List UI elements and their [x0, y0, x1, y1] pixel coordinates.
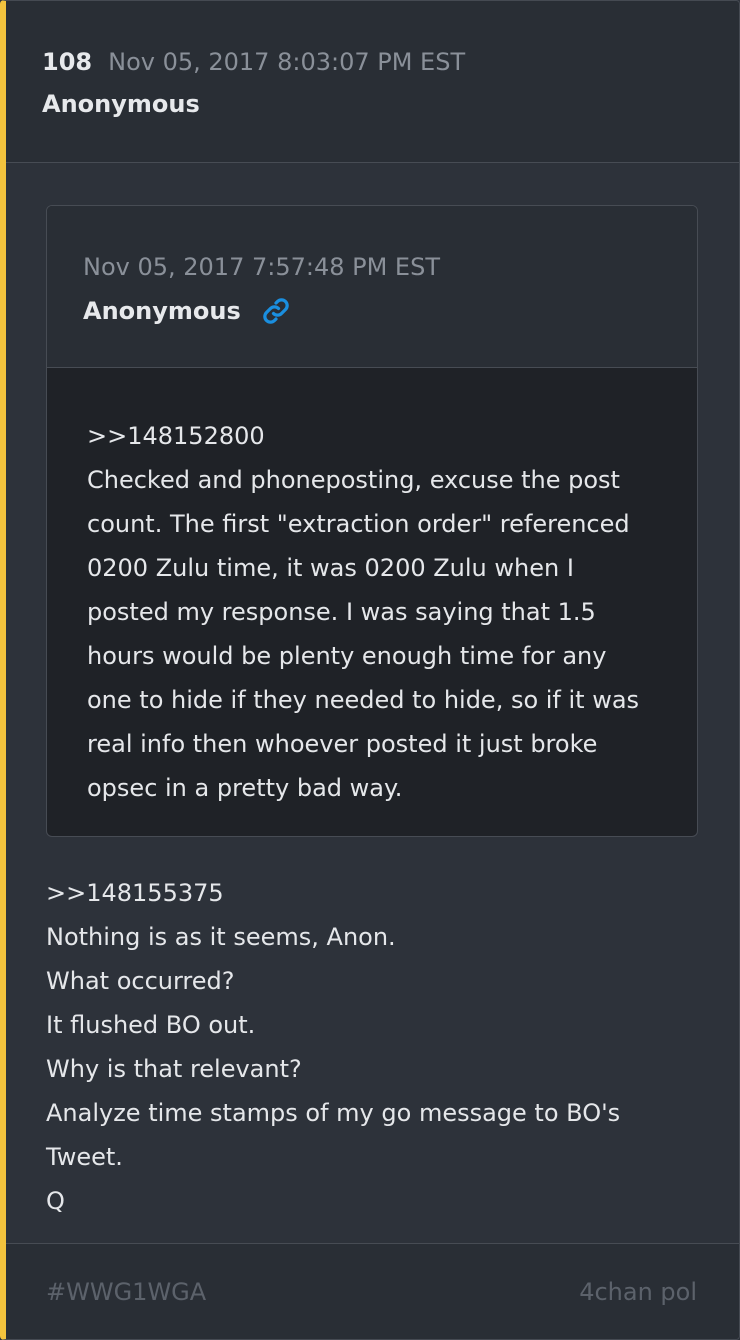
quoted-post-header: Nov 05, 2017 7:57:48 PM EST Anonymous — [47, 206, 697, 368]
quoted-post: Nov 05, 2017 7:57:48 PM EST Anonymous >>… — [46, 205, 698, 837]
post-line: Why is that relevant? — [46, 1055, 302, 1083]
quoted-post-author-row: Anonymous — [83, 294, 697, 328]
post-number: 108 — [42, 48, 93, 76]
hashtag[interactable]: #WWG1WGA — [46, 1278, 206, 1306]
quoted-post-timestamp: Nov 05, 2017 7:57:48 PM EST — [83, 253, 440, 281]
post-line: It flushed BO out. — [46, 1011, 256, 1039]
post-footer: #WWG1WGA 4chan pol — [6, 1243, 739, 1339]
post-line: What occurred? — [46, 967, 235, 995]
post-message: >>148155375 Nothing is as it seems, Anon… — [46, 837, 697, 1223]
post-signature: Q — [46, 1187, 65, 1215]
quoted-post-reply-ref[interactable]: >>148152800 — [87, 414, 657, 458]
post-body: Nov 05, 2017 7:57:48 PM EST Anonymous >>… — [6, 163, 739, 1223]
post-timestamp: Nov 05, 2017 8:03:07 PM EST — [108, 48, 466, 76]
quoted-post-paragraph: Checked and phoneposting, excuse the pos… — [87, 466, 640, 802]
post-reply-ref[interactable]: >>148155375 — [46, 871, 697, 915]
post-author: Anonymous — [42, 90, 200, 118]
link-icon[interactable] — [261, 296, 291, 326]
post-line: Analyze time stamps of my go message to … — [46, 1099, 621, 1171]
quoted-post-author: Anonymous — [83, 297, 241, 325]
post-header: 108 Nov 05, 2017 8:03:07 PM EST Anonymou… — [6, 1, 739, 163]
post-meta: 108 Nov 05, 2017 8:03:07 PM EST — [42, 45, 739, 79]
post-line: Nothing is as it seems, Anon. — [46, 923, 396, 951]
source-label: 4chan pol — [579, 1277, 697, 1306]
quoted-post-text: >>148152800 Checked and phoneposting, ex… — [47, 368, 697, 836]
post-card: 108 Nov 05, 2017 8:03:07 PM EST Anonymou… — [0, 0, 740, 1340]
